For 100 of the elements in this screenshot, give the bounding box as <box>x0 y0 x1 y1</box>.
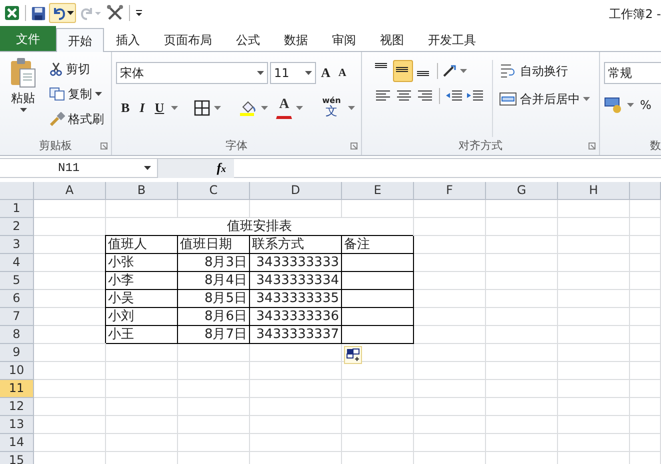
column-header[interactable]: C <box>178 182 250 200</box>
copy-button[interactable]: 复制 <box>46 83 107 105</box>
undo-icon <box>51 5 67 21</box>
row-header[interactable]: 13 <box>0 416 34 434</box>
table-cell[interactable]: 8月7日 <box>178 326 250 344</box>
caret-icon[interactable] <box>171 105 178 111</box>
dialog-launcher-icon[interactable] <box>100 142 108 150</box>
table-cell[interactable]: 小刘 <box>106 308 178 326</box>
fill-color-icon[interactable] <box>239 99 258 117</box>
caret-icon[interactable] <box>627 102 634 108</box>
column-header[interactable]: H <box>558 182 630 200</box>
merge-center-button[interactable]: 合并后居中 <box>496 88 593 110</box>
row-header[interactable]: 7 <box>0 308 34 326</box>
table-cell[interactable]: 值班人 <box>106 236 178 254</box>
row-header[interactable]: 14 <box>0 434 34 452</box>
column-header[interactable]: F <box>414 182 486 200</box>
table-cell[interactable]: 联系方式 <box>250 236 342 254</box>
dialog-launcher-icon[interactable] <box>588 142 596 150</box>
row-header[interactable]: 9 <box>0 344 34 362</box>
row-header[interactable]: 6 <box>0 290 34 308</box>
table-cell[interactable]: 值班安排表 <box>106 218 414 236</box>
ribbon-tab[interactable]: 视图 <box>368 28 416 51</box>
shrink-font-button[interactable]: A <box>335 62 350 84</box>
row-header[interactable]: 4 <box>0 254 34 272</box>
grow-font-button[interactable]: A <box>318 62 334 84</box>
ribbon-tab[interactable]: 页面布局 <box>152 28 224 51</box>
undo-button[interactable] <box>49 3 76 23</box>
row-header[interactable]: 10 <box>0 362 34 380</box>
excel-icon[interactable] <box>4 5 20 21</box>
table-cell[interactable]: 小李 <box>106 272 178 290</box>
table-cell[interactable]: 3433333336 <box>250 308 342 326</box>
caret-icon[interactable] <box>460 68 467 74</box>
table-cell[interactable]: 8月6日 <box>178 308 250 326</box>
table-cell[interactable]: 小张 <box>106 254 178 272</box>
table-cell[interactable]: 小吴 <box>106 290 178 308</box>
table-cell[interactable] <box>342 326 414 344</box>
row-header[interactable]: 12 <box>0 398 34 416</box>
table-cell[interactable]: 8月4日 <box>178 272 250 290</box>
row-header[interactable]: 3 <box>0 236 34 254</box>
table-cell[interactable]: 备注 <box>342 236 414 254</box>
ribbon-tab[interactable]: 开发工具 <box>416 28 488 51</box>
table-cell[interactable]: 值班日期 <box>178 236 250 254</box>
wrap-text-icon <box>499 63 517 79</box>
phonetic-button[interactable]: wén 文 <box>319 96 344 120</box>
caret-icon[interactable] <box>261 105 268 111</box>
file-tab[interactable]: 文件 <box>0 26 56 51</box>
customize-caret-icon[interactable] <box>135 7 143 19</box>
cut-button[interactable]: 剪切 <box>46 58 107 80</box>
paste-button[interactable]: 粘贴 <box>4 56 42 128</box>
table-cell[interactable]: 8月3日 <box>178 254 250 272</box>
caret-icon <box>20 107 26 113</box>
ribbon-tab[interactable]: 插入 <box>104 28 152 51</box>
format-painter-button[interactable]: 格式刷 <box>46 108 107 130</box>
caret-icon[interactable] <box>348 105 355 111</box>
scissors-icon <box>49 62 63 76</box>
row-header[interactable]: 1 <box>0 200 34 218</box>
font-color-button[interactable]: A <box>276 97 292 119</box>
align-middle-button[interactable] <box>393 60 413 82</box>
currency-icon[interactable] <box>604 96 624 114</box>
table-cell[interactable]: 3433333333 <box>250 254 342 272</box>
tools-icon[interactable] <box>106 4 124 22</box>
font-name-field[interactable]: 宋体 <box>116 62 268 84</box>
italic-button[interactable]: I <box>136 97 148 119</box>
caret-icon <box>95 91 102 97</box>
caret-icon <box>144 165 151 171</box>
table-cell[interactable]: 3433333335 <box>250 290 342 308</box>
table-cell[interactable]: 3433333334 <box>250 272 342 290</box>
underline-button[interactable]: U <box>152 97 168 119</box>
text-orientation-icon[interactable] <box>441 63 459 79</box>
table-cell[interactable]: 3433333337 <box>250 326 342 344</box>
insert-function-button[interactable]: f$_{x}$ <box>158 158 234 178</box>
column-header[interactable]: E <box>342 182 414 200</box>
row-header[interactable]: 11 <box>0 380 34 398</box>
row-header[interactable]: 15 <box>0 452 34 464</box>
row-header[interactable]: 5 <box>0 272 34 290</box>
column-header[interactable]: D <box>250 182 342 200</box>
caret-icon[interactable] <box>296 105 304 111</box>
column-header[interactable]: B <box>106 182 178 200</box>
table-cell[interactable]: 8月5日 <box>178 290 250 308</box>
select-all-button[interactable] <box>0 182 34 200</box>
bold-button[interactable]: B <box>118 97 133 119</box>
percent-button[interactable]: % <box>637 94 654 116</box>
ribbon-tab[interactable]: 开始 <box>56 28 104 52</box>
column-header[interactable]: G <box>486 182 558 200</box>
number-format-field[interactable]: 常规 <box>604 62 661 84</box>
font-size-field[interactable]: 11 <box>270 62 316 84</box>
row-header[interactable]: 2 <box>0 218 34 236</box>
caret-icon[interactable] <box>214 105 222 111</box>
table-cell[interactable]: 小王 <box>106 326 178 344</box>
ribbon-tab[interactable]: 公式 <box>224 28 272 51</box>
paste-options-menu[interactable] <box>344 346 362 364</box>
borders-icon[interactable] <box>194 100 210 116</box>
row-header[interactable]: 8 <box>0 326 34 344</box>
ribbon-tab[interactable]: 数据 <box>272 28 320 51</box>
column-header[interactable]: A <box>34 182 106 200</box>
wrap-text-button[interactable]: 自动换行 <box>496 60 593 82</box>
column-header[interactable] <box>630 182 661 200</box>
save-icon[interactable] <box>31 6 46 20</box>
dialog-launcher-icon[interactable] <box>350 142 358 150</box>
ribbon-tab[interactable]: 审阅 <box>320 28 368 51</box>
